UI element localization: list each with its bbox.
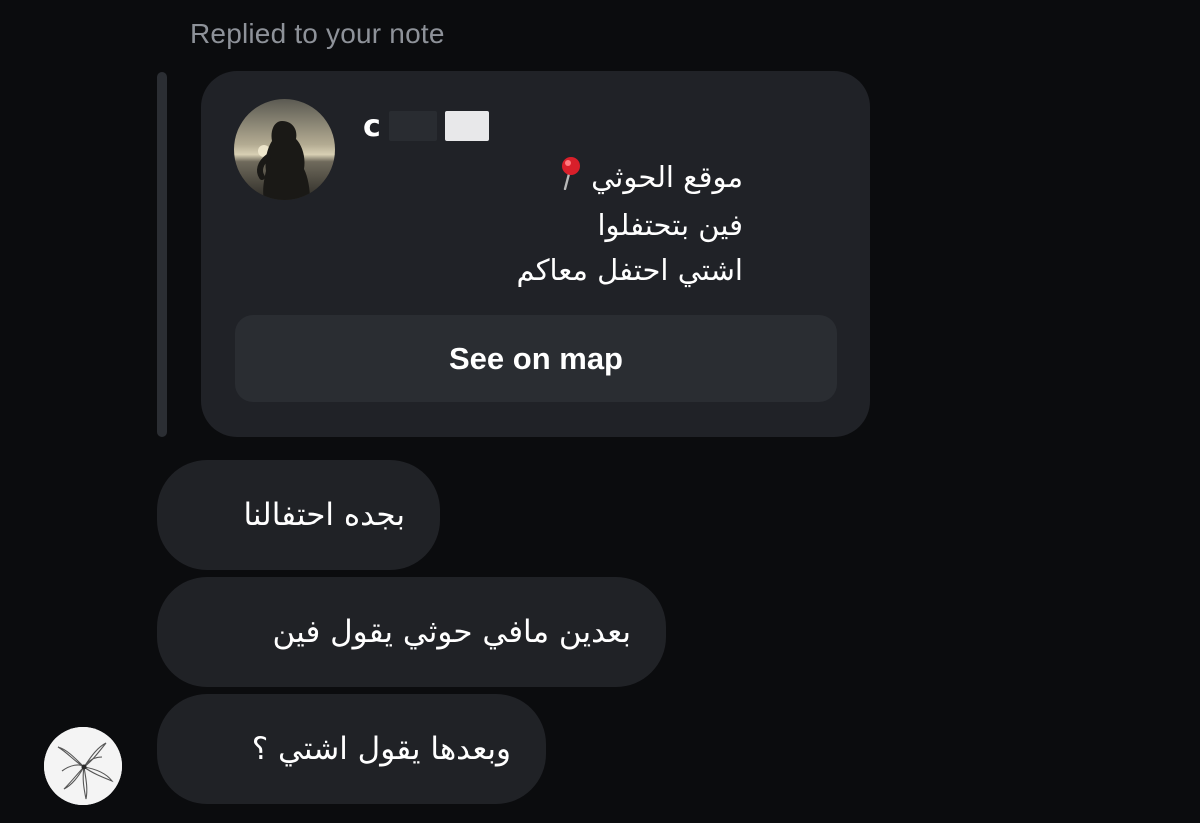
sender-avatar[interactable] xyxy=(44,727,122,805)
chat-thread: Replied to your note c موقع الحوثي فين ب… xyxy=(0,0,1200,823)
redaction-block xyxy=(444,111,489,141)
note-line: اشتي احتفل معاكم xyxy=(516,252,743,287)
note-author-name-row: c xyxy=(363,107,489,145)
reply-context-label: Replied to your note xyxy=(190,18,445,49)
message-bubble[interactable]: وبعدها يقول اشتي ؟ xyxy=(157,694,546,804)
note-line-text: موقع الحوثي xyxy=(591,160,743,194)
note-line: فين بتحتفلوا xyxy=(597,207,743,242)
note-author-avatar[interactable] xyxy=(234,99,335,200)
round-pushpin-icon xyxy=(558,156,582,203)
message-bubble[interactable]: بجده احتفالنا xyxy=(157,460,440,570)
note-card[interactable]: c موقع الحوثي فين بتحتفلوا اشتي احتفل مع… xyxy=(201,71,870,437)
note-line: موقع الحوثي xyxy=(552,155,743,203)
redaction-block xyxy=(388,111,437,141)
message-bubble[interactable]: بعدين مافي حوثي يقول فين xyxy=(157,577,666,687)
note-author-name[interactable]: c xyxy=(363,109,381,144)
quote-bar xyxy=(157,72,167,437)
note-text: موقع الحوثي فين بتحتفلوا اشتي احتفل معاك… xyxy=(363,155,743,293)
see-on-map-button[interactable]: See on map xyxy=(235,315,837,402)
